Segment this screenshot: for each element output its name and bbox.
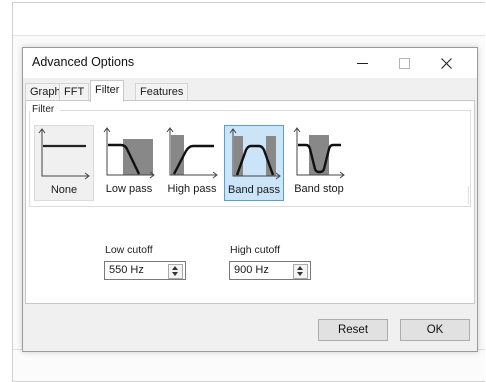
background-toolbar: [13, 3, 485, 36]
filter-option-band-pass[interactable]: Band pass: [224, 125, 284, 201]
spin-down-icon[interactable]: [297, 272, 303, 276]
spin-buttons[interactable]: [168, 264, 183, 279]
filter-option-band-stop[interactable]: Band stop: [289, 125, 349, 201]
ok-button[interactable]: OK: [400, 319, 470, 341]
spin-buttons[interactable]: [293, 264, 308, 279]
filter-option-none[interactable]: None: [34, 125, 94, 201]
close-icon: [440, 57, 452, 69]
tab-features[interactable]: Features: [135, 83, 189, 101]
filter-option-label: None: [50, 184, 78, 196]
spin-up-icon[interactable]: [297, 266, 303, 270]
reset-button[interactable]: Reset: [318, 319, 388, 341]
group-border: [470, 110, 471, 206]
minimize-button[interactable]: [345, 48, 379, 78]
maximize-icon: [398, 57, 410, 69]
maximize-button[interactable]: [387, 48, 421, 78]
minimize-icon: [356, 62, 368, 64]
filter-option-low-pass[interactable]: Low pass: [99, 125, 159, 201]
filter-option-label: High pass: [167, 183, 217, 195]
filter-option-high-pass[interactable]: High pass: [162, 125, 222, 201]
low-pass-icon: [103, 125, 155, 186]
close-button[interactable]: [429, 48, 463, 78]
filter-group-label: Filter: [32, 104, 55, 115]
tab-fft[interactable]: FFT: [59, 83, 90, 101]
title-bar[interactable]: Advanced Options: [23, 48, 477, 78]
high-cutoff-label: High cutoff: [230, 244, 281, 256]
high-cutoff-value[interactable]: 900 Hz: [234, 264, 269, 276]
filter-option-label: Low pass: [105, 183, 153, 195]
high-pass-icon: [166, 125, 218, 186]
filter-none-icon: [38, 126, 90, 187]
advanced-options-dialog: Advanced Options Graph FFT Filter Featur…: [22, 47, 478, 352]
high-cutoff-stepper[interactable]: 900 Hz: [229, 261, 311, 280]
tab-filter[interactable]: Filter: [90, 80, 125, 102]
group-border: [60, 110, 471, 111]
low-cutoff-stepper[interactable]: 550 Hz: [104, 261, 186, 280]
spin-up-icon[interactable]: [172, 266, 178, 270]
group-border: [29, 206, 471, 207]
low-cutoff-value[interactable]: 550 Hz: [109, 264, 144, 276]
band-stop-icon: [293, 125, 345, 186]
group-border: [29, 111, 30, 207]
filter-option-label: Band stop: [294, 183, 344, 195]
band-pass-icon: [229, 126, 281, 187]
spin-down-icon[interactable]: [172, 272, 178, 276]
scrollbar-stub: [468, 186, 469, 204]
low-cutoff-label: Low cutoff: [105, 244, 153, 256]
window-title: Advanced Options: [32, 55, 135, 69]
tab-strip: Graph FFT Filter Features: [23, 80, 477, 102]
filter-option-label: Band pass: [228, 184, 280, 196]
